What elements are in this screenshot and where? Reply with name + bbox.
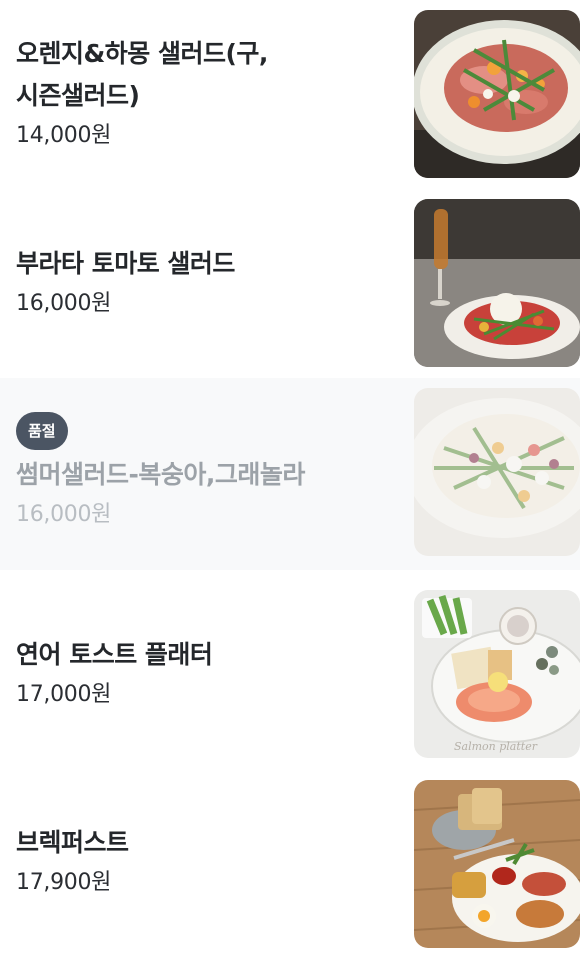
menu-item-info: 오렌지&하몽 샐러드(구, 시즌샐러드) 14,000원: [16, 33, 386, 151]
menu-item[interactable]: 부라타 토마토 샐러드 16,000원: [0, 188, 580, 378]
menu-item[interactable]: 연어 토스트 플래터 17,000원 Salmon platter: [0, 570, 580, 760]
menu-item-soldout[interactable]: 품절 썸머샐러드-복숭아,그래놀라 16,000원: [0, 378, 580, 570]
menu-item-price: 17,900원: [16, 870, 112, 895]
burrata-salad-image: [414, 199, 580, 367]
menu-item[interactable]: 오렌지&하몽 샐러드(구, 시즌샐러드) 14,000원: [0, 0, 580, 188]
salmon-platter-caption: Salmon platter: [454, 740, 538, 753]
menu-item[interactable]: 브렉퍼스트 17,900원: [0, 760, 580, 959]
menu-item-price: 17,000원: [16, 682, 112, 707]
menu-item-name: 부라타 토마토 샐러드: [16, 249, 235, 278]
menu-item-price: 16,000원: [16, 291, 112, 316]
menu-item-name: 브렉퍼스트: [16, 828, 129, 857]
menu-item-price: 14,000원: [16, 123, 112, 148]
menu-item-name: 오렌지&하몽 샐러드(구, 시즌샐러드): [16, 33, 386, 117]
salmon-platter-image: Salmon platter: [414, 590, 580, 758]
menu-item-info: 연어 토스트 플래터 17,000원: [16, 634, 386, 710]
summer-salad-image: [414, 388, 580, 556]
menu-item-info: 브렉퍼스트 17,900원: [16, 822, 386, 898]
menu-item-name-line2: 시즌샐러드): [16, 81, 140, 110]
breakfast-plate-image: [414, 780, 580, 948]
sold-out-badge: 품절: [16, 412, 68, 450]
menu-item-name: 연어 토스트 플래터: [16, 640, 213, 669]
menu-item-name: 썸머샐러드-복숭아,그래놀라: [16, 460, 305, 489]
menu-list: 오렌지&하몽 샐러드(구, 시즌샐러드) 14,000원 부라타 토마토 샐러드…: [0, 0, 580, 959]
menu-item-info: 부라타 토마토 샐러드 16,000원: [16, 243, 386, 319]
menu-item-info: 품절 썸머샐러드-복숭아,그래놀라 16,000원: [16, 412, 386, 530]
menu-item-price: 16,000원: [16, 502, 112, 527]
menu-item-name-line1: 오렌지&하몽 샐러드(구,: [16, 39, 268, 68]
salad-plate-image: [414, 10, 580, 178]
